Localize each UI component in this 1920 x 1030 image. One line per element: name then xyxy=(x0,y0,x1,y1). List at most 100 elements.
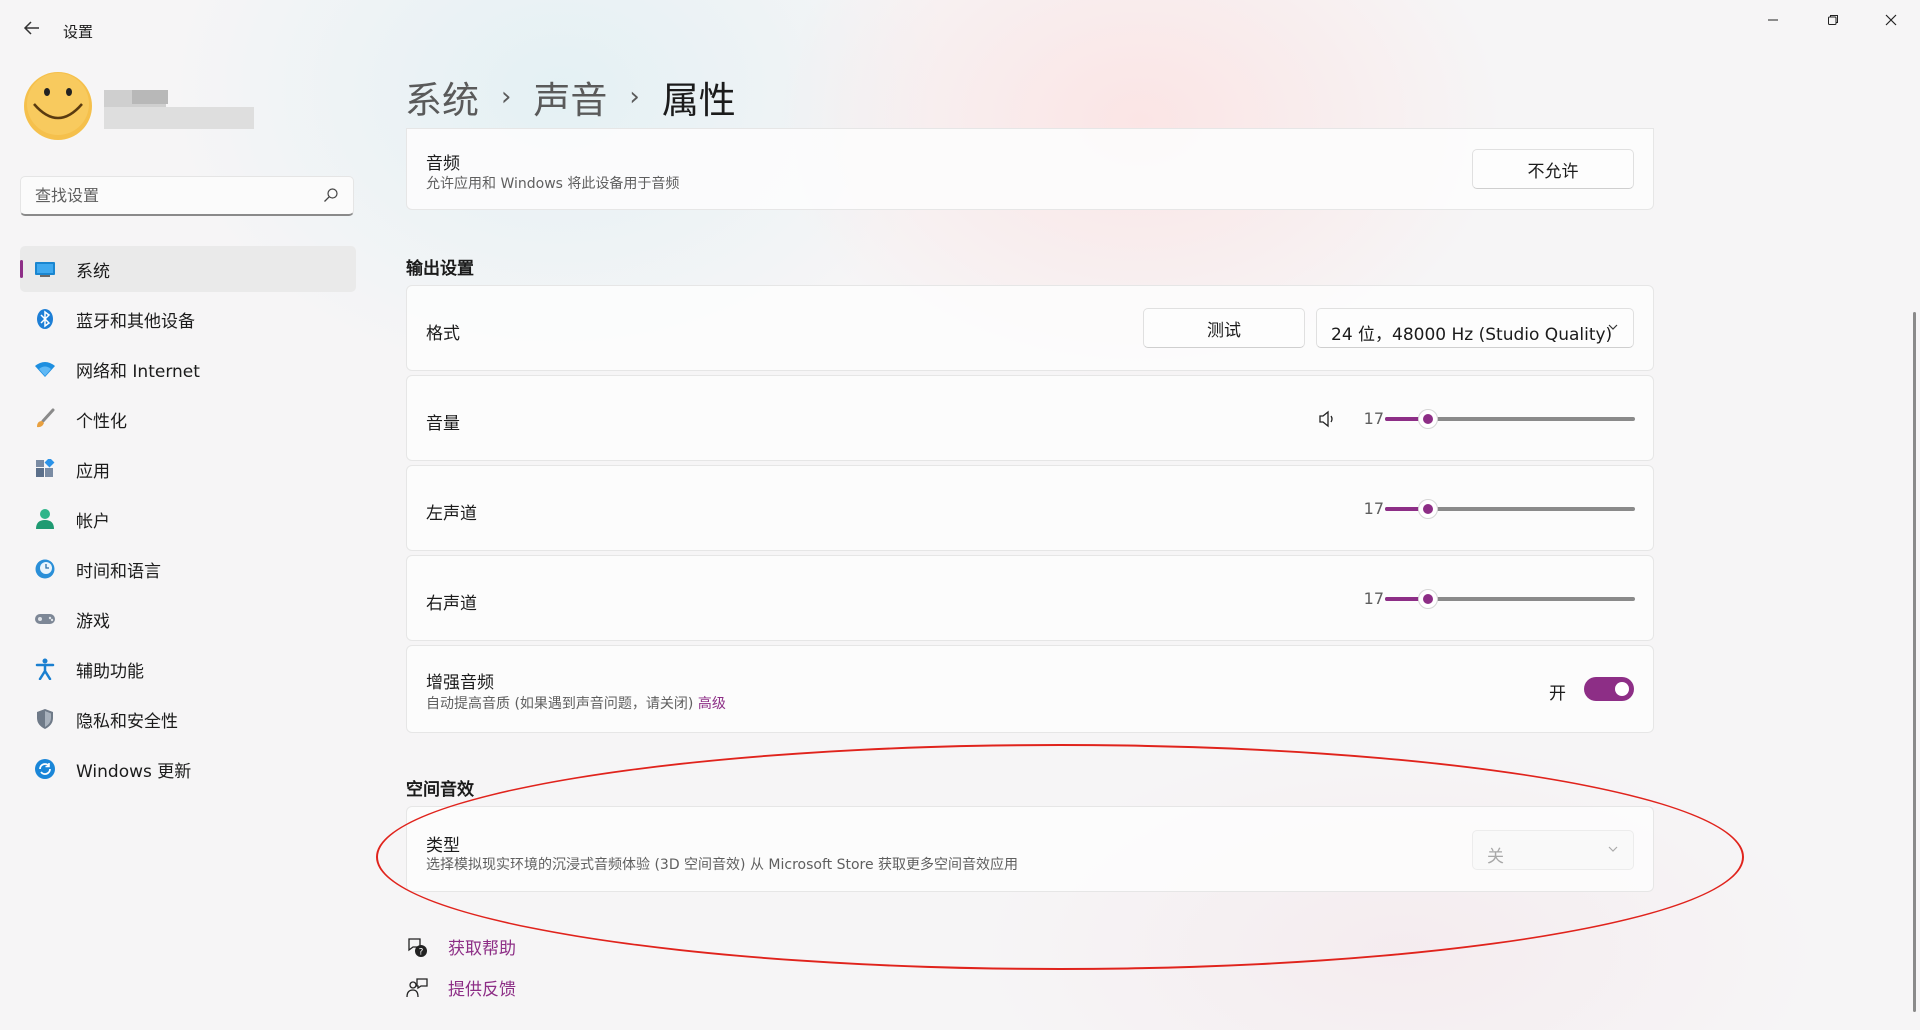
back-button[interactable] xyxy=(20,18,44,42)
sidebar-item-system[interactable]: 系统 xyxy=(20,246,356,292)
chevron-down-icon xyxy=(1608,846,1618,852)
sidebar-item-label: 辅助功能 xyxy=(76,661,144,682)
search-box[interactable] xyxy=(20,176,354,216)
slider-thumb[interactable] xyxy=(1417,589,1438,609)
format-card: 格式 测试 24 位，48000 Hz (Studio Quality) xyxy=(406,285,1654,371)
restore-button[interactable] xyxy=(1810,8,1856,32)
sidebar-item-accounts[interactable]: 帐户 xyxy=(20,496,356,542)
audio-card: 音频 允许应用和 Windows 将此设备用于音频 不允许 xyxy=(406,128,1654,210)
toggle-knob xyxy=(1615,682,1629,696)
spatial-type-dropdown[interactable]: 关 xyxy=(1472,830,1634,870)
avatar[interactable] xyxy=(22,70,94,142)
right-channel-card: 右声道 17 xyxy=(406,555,1654,641)
left-channel-slider[interactable] xyxy=(1385,499,1635,519)
enhance-audio-subtitle: 自动提高音质 (如果遇到声音问题，请关闭) 高级 xyxy=(426,693,726,713)
sidebar-item-windows-update[interactable]: Windows 更新 xyxy=(20,746,356,792)
sidebar-item-label: 应用 xyxy=(76,461,110,482)
audio-subtitle: 允许应用和 Windows 将此设备用于音频 xyxy=(426,176,680,192)
sidebar-item-privacy[interactable]: 隐私和安全性 xyxy=(20,696,356,742)
breadcrumb: 系统 › 声音 › 属性 xyxy=(405,70,736,124)
sidebar-item-label: 游戏 xyxy=(76,611,110,632)
sidebar-item-label: 时间和语言 xyxy=(76,561,161,582)
audio-title: 音频 xyxy=(426,154,460,174)
minimize-icon xyxy=(1768,19,1778,21)
right-channel-slider[interactable] xyxy=(1385,589,1635,609)
accessibility-icon xyxy=(34,658,56,680)
test-button[interactable]: 测试 xyxy=(1143,308,1305,348)
spatial-type-value: 关 xyxy=(1487,847,1504,867)
user-name-redacted xyxy=(104,87,254,133)
breadcrumb-sound[interactable]: 声音 xyxy=(533,70,607,124)
feedback-icon xyxy=(406,977,428,999)
speaker-icon[interactable] xyxy=(1317,409,1337,429)
spatial-type-title: 类型 xyxy=(426,836,460,856)
back-arrow-icon xyxy=(23,21,39,35)
volume-card: 音量 17 xyxy=(406,375,1654,461)
get-help-label: 获取帮助 xyxy=(448,939,516,959)
update-icon xyxy=(34,758,56,780)
slider-thumb[interactable] xyxy=(1417,499,1438,519)
restore-icon xyxy=(1828,15,1838,25)
sidebar-item-network[interactable]: 网络和 Internet xyxy=(20,346,356,392)
page-title: 属性 xyxy=(661,79,736,122)
enhance-audio-toggle[interactable] xyxy=(1584,677,1634,701)
spatial-type-card: 类型 选择模拟现实环境的沉浸式音频体验 (3D 空间音效) 从 Microsof… xyxy=(406,806,1654,892)
spatial-type-subtitle-text: 选择模拟现实环境的沉浸式音频体验 (3D 空间音效) xyxy=(426,857,746,873)
sidebar-nav: 系统 蓝牙和其他设备 网络和 Internet 个性化 应用 帐户 时间和语言 … xyxy=(20,246,356,796)
enhance-audio-title: 增强音频 xyxy=(426,673,494,693)
format-label: 格式 xyxy=(426,324,460,344)
left-channel-label: 左声道 xyxy=(426,504,477,524)
brush-icon xyxy=(34,408,56,430)
svg-text:?: ? xyxy=(419,947,424,957)
sidebar-item-label: 隐私和安全性 xyxy=(76,711,178,732)
right-channel-value: 17 xyxy=(1363,589,1384,608)
app-title: 设置 xyxy=(63,23,94,41)
sidebar-item-label: 帐户 xyxy=(76,511,110,532)
spatial-audio-heading: 空间音效 xyxy=(406,780,474,800)
disallow-button[interactable]: 不允许 xyxy=(1472,149,1634,189)
gamepad-icon xyxy=(34,608,56,630)
close-button[interactable] xyxy=(1868,8,1914,32)
sidebar-item-time-language[interactable]: 时间和语言 xyxy=(20,546,356,592)
close-icon xyxy=(1885,14,1897,26)
wifi-icon xyxy=(34,358,56,380)
sidebar-item-label: Windows 更新 xyxy=(76,761,192,782)
spatial-type-subtitle: 选择模拟现实环境的沉浸式音频体验 (3D 空间音效) 从 Microsoft S… xyxy=(426,854,1018,874)
sidebar-item-personalization[interactable]: 个性化 xyxy=(20,396,356,442)
minimize-button[interactable] xyxy=(1750,8,1796,32)
active-indicator xyxy=(20,260,23,278)
person-icon xyxy=(34,508,56,530)
bluetooth-icon xyxy=(34,308,56,330)
enhance-toggle-label: 开 xyxy=(1549,684,1566,704)
right-channel-label: 右声道 xyxy=(426,594,477,614)
sidebar-item-apps[interactable]: 应用 xyxy=(20,446,356,492)
advanced-link[interactable]: 高级 xyxy=(698,696,726,712)
feedback-label: 提供反馈 xyxy=(448,980,516,1000)
scrollbar[interactable] xyxy=(1913,312,1916,1012)
smiley-face-icon xyxy=(24,72,92,140)
left-channel-card: 左声道 17 xyxy=(406,465,1654,551)
chevron-down-icon xyxy=(1608,324,1618,330)
slider-thumb[interactable] xyxy=(1417,409,1438,429)
sidebar-item-label: 蓝牙和其他设备 xyxy=(76,311,195,332)
volume-slider[interactable] xyxy=(1385,409,1635,429)
enhance-audio-card: 增强音频 自动提高音质 (如果遇到声音问题，请关闭) 高级 开 xyxy=(406,645,1654,733)
output-settings-heading: 输出设置 xyxy=(406,259,474,279)
apps-icon xyxy=(34,458,56,480)
chevron-right-icon: › xyxy=(629,82,640,112)
sidebar-item-accessibility[interactable]: 辅助功能 xyxy=(20,646,356,692)
chevron-right-icon: › xyxy=(501,82,512,112)
shield-icon xyxy=(34,708,56,730)
breadcrumb-system[interactable]: 系统 xyxy=(405,70,479,124)
search-input[interactable] xyxy=(33,185,317,206)
sidebar-item-label: 网络和 Internet xyxy=(76,361,200,382)
sidebar-item-label: 个性化 xyxy=(76,411,127,432)
format-dropdown[interactable]: 24 位，48000 Hz (Studio Quality) xyxy=(1316,308,1634,348)
search-icon xyxy=(324,188,338,202)
microsoft-store-link[interactable]: 从 Microsoft Store 获取更多空间音效应用 xyxy=(750,857,1018,873)
feedback-link[interactable]: 提供反馈 xyxy=(406,975,516,1000)
sidebar-item-gaming[interactable]: 游戏 xyxy=(20,596,356,642)
sidebar-item-bluetooth[interactable]: 蓝牙和其他设备 xyxy=(20,296,356,342)
get-help-link[interactable]: ? 获取帮助 xyxy=(406,934,516,959)
monitor-icon xyxy=(34,258,56,280)
